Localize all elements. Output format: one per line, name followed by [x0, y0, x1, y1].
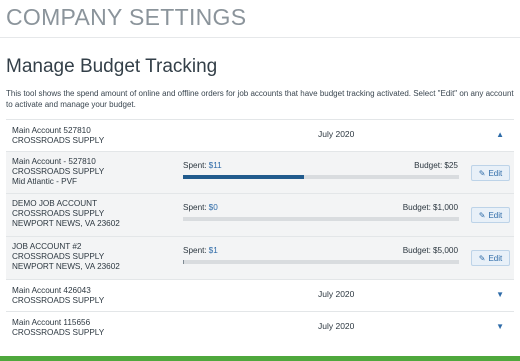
budget-account-lines: DEMO JOB ACCOUNT CROSSROADS SUPPLY NEWPO…	[12, 199, 120, 229]
budget-account-company: CROSSROADS SUPPLY	[12, 252, 105, 261]
budget-row: Main Account - 527810 CROSSROADS SUPPLY …	[6, 151, 514, 193]
account-company: CROSSROADS SUPPLY	[12, 296, 105, 305]
account-header-426043[interactable]: Main Account 426043 CROSSROADS SUPPLY Ju…	[6, 279, 514, 311]
spend-progress-fill	[183, 175, 305, 179]
budget-value: $5,000	[432, 246, 458, 255]
spend-progress-bar	[183, 175, 459, 179]
spent-info: Spent: $0	[183, 203, 218, 212]
account-lines: Main Account 527810 CROSSROADS SUPPLY	[12, 126, 104, 146]
pencil-icon: ✎	[478, 168, 486, 178]
spent-value: $1	[208, 246, 218, 255]
account-period: July 2020	[318, 321, 355, 331]
edit-label: Edit	[488, 168, 503, 178]
account-header-527810[interactable]: Main Account 527810 CROSSROADS SUPPLY Ju…	[6, 119, 514, 151]
budget-label: Budget:	[402, 203, 431, 212]
budget-account-lines: JOB ACCOUNT #2 CROSSROADS SUPPLY NEWPORT…	[12, 242, 120, 272]
spent-value: $11	[208, 161, 222, 170]
page-title: Manage Budget Tracking	[6, 56, 218, 77]
chevron-up-icon[interactable]: ▲	[496, 130, 504, 139]
budget-account-location: NEWPORT NEWS, VA 23602	[12, 219, 120, 228]
account-company: CROSSROADS SUPPLY	[12, 136, 105, 145]
page-description: This tool shows the spend amount of onli…	[6, 89, 514, 109]
edit-button[interactable]: ✎ Edit	[471, 207, 510, 223]
account-number: Main Account 115656	[12, 318, 91, 327]
budget-info: Budget: $25	[414, 161, 458, 170]
spent-value: $0	[208, 203, 218, 212]
spent-info: Spent: $1	[183, 246, 218, 255]
account-lines: Main Account 426043 CROSSROADS SUPPLY	[12, 286, 104, 306]
spent-label: Spent:	[183, 246, 207, 255]
budget-account-name: JOB ACCOUNT #2	[12, 242, 82, 251]
chevron-down-icon[interactable]: ▼	[496, 290, 504, 299]
budget-account-name: Main Account - 527810	[12, 157, 96, 166]
budget-label: Budget:	[414, 161, 443, 170]
budget-info: Budget: $1,000	[403, 203, 458, 212]
account-period: July 2020	[318, 289, 355, 299]
budget-account-lines: Main Account - 527810 CROSSROADS SUPPLY …	[12, 157, 104, 187]
edit-button[interactable]: ✎ Edit	[471, 250, 510, 266]
spent-label: Spent:	[183, 161, 207, 170]
edit-button[interactable]: ✎ Edit	[471, 165, 510, 181]
budget-account-location: NEWPORT NEWS, VA 23602	[12, 262, 120, 271]
header-divider	[0, 37, 520, 38]
budget-account-location: Mid Atlantic - PVF	[12, 177, 78, 186]
edit-label: Edit	[488, 210, 503, 220]
account-number: Main Account 426043	[12, 286, 91, 295]
pencil-icon: ✎	[478, 210, 486, 220]
budget-row: DEMO JOB ACCOUNT CROSSROADS SUPPLY NEWPO…	[6, 193, 514, 236]
page-header: COMPANY SETTINGS	[6, 4, 247, 30]
budget-account-name: DEMO JOB ACCOUNT	[12, 199, 98, 208]
spend-progress-bar	[183, 217, 459, 221]
edit-label: Edit	[488, 253, 503, 263]
accounts-list: Main Account 527810 CROSSROADS SUPPLY Ju…	[6, 119, 514, 343]
budget-value: $25	[444, 161, 458, 170]
chevron-down-icon[interactable]: ▼	[496, 322, 504, 331]
budget-info: Budget: $5,000	[403, 246, 458, 255]
account-number: Main Account 527810	[12, 126, 91, 135]
budget-row: JOB ACCOUNT #2 CROSSROADS SUPPLY NEWPORT…	[6, 236, 514, 279]
pencil-icon: ✎	[478, 253, 486, 263]
budget-account-company: CROSSROADS SUPPLY	[12, 167, 105, 176]
spent-label: Spent:	[183, 203, 207, 212]
spend-progress-fill	[183, 260, 184, 264]
account-lines: Main Account 115656 CROSSROADS SUPPLY	[12, 318, 104, 338]
spend-progress-bar	[183, 260, 459, 264]
account-header-115656[interactable]: Main Account 115656 CROSSROADS SUPPLY Ju…	[6, 311, 514, 343]
spent-info: Spent: $11	[183, 161, 222, 170]
account-company: CROSSROADS SUPPLY	[12, 328, 105, 337]
bottom-accent-bar	[0, 356, 520, 361]
account-period: July 2020	[318, 129, 355, 139]
budget-label: Budget:	[402, 246, 431, 255]
budget-value: $1,000	[432, 203, 458, 212]
budget-account-company: CROSSROADS SUPPLY	[12, 209, 105, 218]
